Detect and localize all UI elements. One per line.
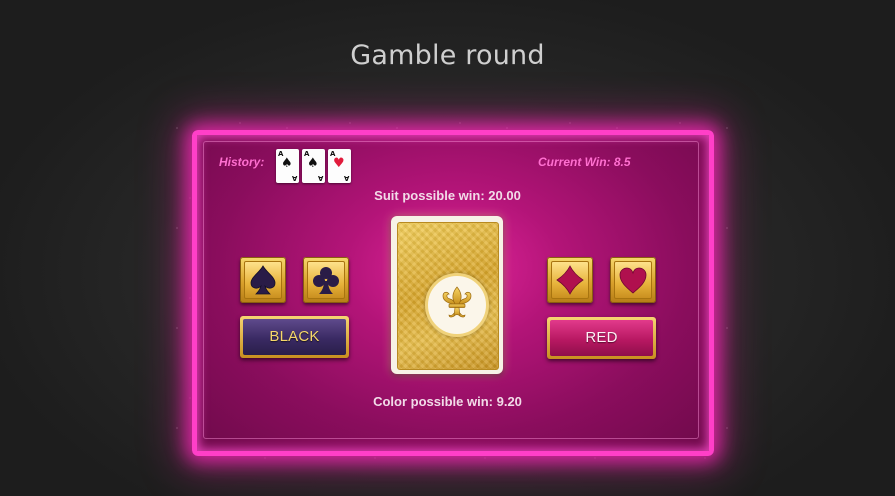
current-win: Current Win: 8.5 xyxy=(538,155,631,169)
page-title: Gamble round xyxy=(350,40,545,71)
card-rank-bottom: A xyxy=(291,174,297,182)
red-button[interactable]: RED xyxy=(547,317,656,359)
gamble-screen: Gamble round History: A ♠ A A ♠ A A ♥ A … xyxy=(0,0,895,496)
spade-icon: ♠ xyxy=(307,156,319,171)
spade-icon: ♠ xyxy=(281,156,293,171)
history-card: A ♠ A xyxy=(302,149,325,183)
card-back xyxy=(397,222,499,370)
card-rank-bottom: A xyxy=(317,174,323,182)
heart-button[interactable] xyxy=(610,257,656,303)
heart-icon: ♥ xyxy=(333,156,345,171)
suit-possible-win: Suit possible win: 20.00 xyxy=(374,188,521,203)
diamond-button[interactable] xyxy=(547,257,593,303)
history-card: A ♠ A xyxy=(276,149,299,183)
spade-button[interactable] xyxy=(240,257,286,303)
diamond-icon xyxy=(556,265,584,295)
color-possible-win: Color possible win: 9.20 xyxy=(373,394,522,409)
card-rank-bottom: A xyxy=(343,174,349,182)
spade-icon xyxy=(250,265,276,295)
history-label: History: xyxy=(219,155,265,169)
history-cards: A ♠ A A ♠ A A ♥ A xyxy=(276,149,351,183)
fleur-de-lis-icon xyxy=(442,286,472,318)
black-button[interactable]: BLACK xyxy=(240,316,349,358)
mystery-card xyxy=(391,216,503,374)
red-button-label: RED xyxy=(550,320,653,356)
card-medallion xyxy=(425,273,489,337)
black-button-label: BLACK xyxy=(243,319,346,355)
club-button[interactable] xyxy=(303,257,349,303)
heart-icon xyxy=(619,267,647,294)
club-icon xyxy=(313,267,339,294)
history-card: A ♥ A xyxy=(328,149,351,183)
